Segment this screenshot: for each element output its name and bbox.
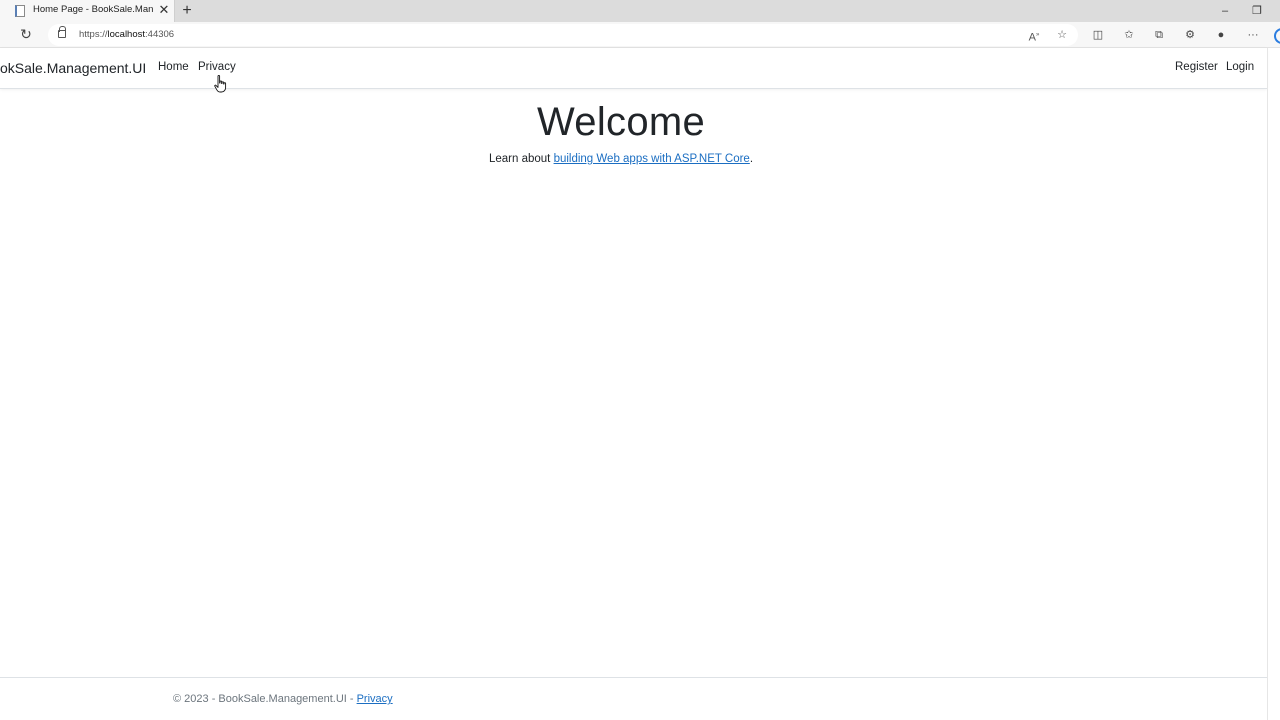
tab-title: Home Page - BookSale.Management.UI <box>33 4 153 15</box>
page-title: Welcome <box>536 100 706 144</box>
collections-icon[interactable]: ⧉ <box>1150 26 1168 44</box>
scrollbar-track[interactable] <box>1267 48 1268 720</box>
learn-text: Learn about building Web apps with ASP.N… <box>488 153 754 165</box>
star-icon[interactable]: ☆ <box>1054 27 1070 43</box>
nav-privacy[interactable]: Privacy <box>198 61 236 73</box>
plus-icon[interactable]: + <box>178 1 196 21</box>
more-icon[interactable]: ··· <box>1244 26 1262 44</box>
reload-icon[interactable]: ↻ <box>18 26 34 42</box>
favorites-icon[interactable]: ✩ <box>1120 26 1138 44</box>
tab-strip: Home Page - BookSale.Management.UI ✕ + –… <box>0 0 1280 22</box>
extensions-icon[interactable]: ⚙ <box>1181 26 1199 44</box>
address-bar[interactable]: https://localhost:44306 A» ☆ <box>48 24 1078 46</box>
read-aloud-icon[interactable]: A» <box>1026 27 1042 44</box>
aspnet-docs-link[interactable]: building Web apps with ASP.NET Core <box>554 153 750 165</box>
close-icon[interactable]: ✕ <box>156 2 172 18</box>
browser-toolbar: ↻ https://localhost:44306 A» ☆ ◫ ✩ ⧉ ⚙ ●… <box>0 22 1280 48</box>
url-text[interactable]: https://localhost:44306 <box>79 29 174 40</box>
hand-cursor-icon <box>214 75 227 93</box>
minimize-button[interactable]: – <box>1215 2 1235 20</box>
nav-register[interactable]: Register <box>1175 61 1218 73</box>
nav-home[interactable]: Home <box>158 61 189 73</box>
restore-button[interactable]: ❐ <box>1247 2 1267 20</box>
nav-login[interactable]: Login <box>1226 61 1254 73</box>
lock-icon[interactable] <box>58 26 66 38</box>
site-brand[interactable]: okSale.Management.UI <box>0 60 146 76</box>
profile-icon[interactable]: ● <box>1212 26 1230 44</box>
page-icon <box>15 5 25 17</box>
footer-text: © 2023 - BookSale.Management.UI - Privac… <box>173 693 393 705</box>
site-footer: © 2023 - BookSale.Management.UI - Privac… <box>0 677 1267 720</box>
page-viewport: okSale.Management.UI Home Privacy Regist… <box>0 48 1267 720</box>
site-navbar: okSale.Management.UI Home Privacy Regist… <box>0 48 1267 89</box>
footer-privacy-link[interactable]: Privacy <box>357 693 393 705</box>
browser-tab[interactable]: Home Page - BookSale.Management.UI ✕ <box>0 0 175 22</box>
split-screen-icon[interactable]: ◫ <box>1089 26 1107 44</box>
